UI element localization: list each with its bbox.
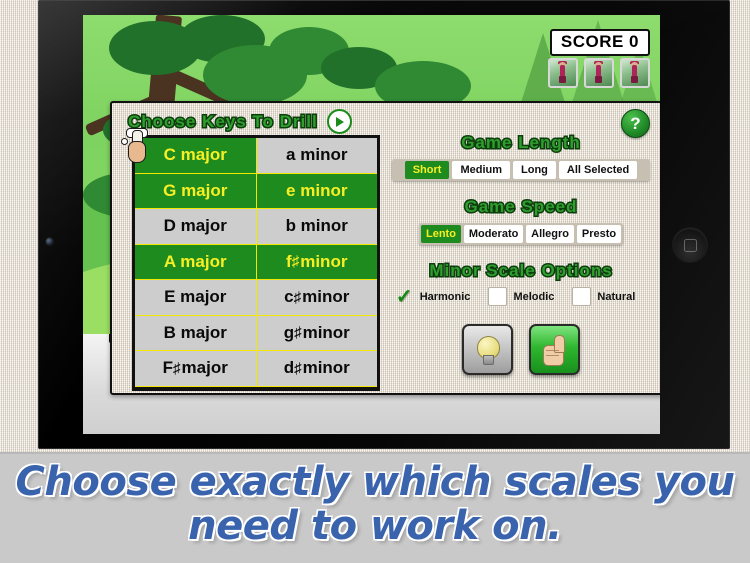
key-cell-minor[interactable]: f ♯ minor (256, 244, 377, 280)
game-speed-section: Game Speed (392, 196, 650, 218)
thumbs-up-icon (542, 334, 568, 366)
settings-panel: Choose Keys To Drill ? C major a minor G… (110, 101, 660, 395)
label-harmonic: Harmonic (419, 290, 471, 303)
life-icon (620, 58, 650, 88)
game-length-section: Game Length (392, 132, 650, 154)
game-speed-heading: Game Speed (463, 196, 578, 218)
front-camera-icon (46, 238, 53, 245)
promo-caption: Choose exactly which scales you need to … (0, 460, 750, 548)
key-cell-major[interactable]: B major (135, 315, 257, 351)
key-cell-minor[interactable]: b minor (256, 209, 377, 245)
game-speed-option-presto[interactable]: Presto (576, 225, 621, 243)
game-speed-option-allegro[interactable]: Allegro (526, 225, 574, 243)
checkbox-harmonic[interactable]: ✓ (395, 285, 414, 308)
game-length-option-medium[interactable]: Medium (452, 161, 511, 179)
caption-line-2: need to work on. (188, 503, 562, 549)
panel-title-row: Choose Keys To Drill (127, 109, 352, 134)
table-row[interactable]: B major g ♯ minor (135, 315, 377, 351)
lightbulb-icon (477, 335, 500, 365)
key-cell-minor[interactable]: a minor (256, 138, 377, 174)
table-row[interactable]: F ♯ major d ♯ minor (135, 351, 377, 387)
key-cell-minor[interactable]: e minor (256, 173, 377, 209)
label-melodic: Melodic (513, 290, 555, 303)
game-length-option-long[interactable]: Long (513, 161, 556, 179)
app-screen: SCORE 0 Choose Keys To Drill ? C major a… (83, 15, 660, 434)
game-length-option-short[interactable]: Short (404, 161, 450, 179)
lives-indicator (548, 58, 650, 88)
game-speed-option-lento[interactable]: Lento (421, 225, 461, 243)
confirm-button[interactable] (529, 324, 580, 375)
score-display: SCORE 0 (549, 29, 650, 56)
options-column: Game Length Short Medium Long All Select… (392, 132, 650, 375)
key-cell-major[interactable]: A major (135, 244, 257, 280)
minor-scale-section: Minor Scale Options (392, 260, 650, 282)
table-row[interactable]: E major c ♯ minor (135, 280, 377, 316)
life-icon (548, 58, 578, 88)
key-cell-major[interactable]: C major (135, 138, 257, 174)
key-cell-minor[interactable]: g ♯ minor (256, 315, 377, 351)
home-button[interactable] (673, 228, 707, 262)
key-cell-minor[interactable]: c ♯ minor (256, 280, 377, 316)
ipad-device-frame: SCORE 0 Choose Keys To Drill ? C major a… (38, 0, 730, 449)
key-cell-major[interactable]: D major (135, 209, 257, 245)
checkbox-melodic[interactable] (488, 287, 508, 306)
game-length-option-all-selected[interactable]: All Selected (558, 161, 638, 179)
minor-scale-options[interactable]: ✓ Harmonic Melodic Natural (392, 285, 650, 308)
table-row[interactable]: A major f ♯ minor (135, 244, 377, 280)
label-natural: Natural (597, 290, 636, 303)
panel-title: Choose Keys To Drill (127, 110, 319, 132)
life-icon (584, 58, 614, 88)
play-icon[interactable] (326, 109, 352, 134)
caption-line-1: Choose exactly which scales you (15, 459, 736, 505)
hand-pointer-icon (121, 128, 150, 164)
caption-separator (0, 452, 750, 454)
action-buttons (392, 324, 650, 375)
check-icon: ✓ (395, 285, 413, 308)
key-cell-major[interactable]: F ♯ major (135, 351, 257, 387)
game-speed-option-moderato[interactable]: Moderato (463, 225, 524, 243)
checkbox-natural[interactable] (572, 287, 592, 306)
key-cell-major[interactable]: E major (135, 280, 257, 316)
minor-scale-heading: Minor Scale Options (428, 260, 613, 282)
key-selection-table[interactable]: C major a minor G major e minor D major … (132, 135, 380, 391)
home-button-square-icon (684, 239, 697, 252)
key-cell-major[interactable]: G major (135, 173, 257, 209)
screenshot-root: SCORE 0 Choose Keys To Drill ? C major a… (0, 0, 750, 563)
game-speed-options[interactable]: Lento Moderato Allegro Presto (419, 223, 623, 245)
game-length-heading: Game Length (460, 132, 582, 154)
hint-button[interactable] (462, 324, 513, 375)
key-cell-minor[interactable]: d ♯ minor (256, 351, 377, 387)
game-length-options[interactable]: Short Medium Long All Selected (392, 159, 650, 181)
table-row[interactable]: C major a minor (135, 138, 377, 174)
table-row[interactable]: G major e minor (135, 173, 377, 209)
table-row[interactable]: D major b minor (135, 209, 377, 245)
